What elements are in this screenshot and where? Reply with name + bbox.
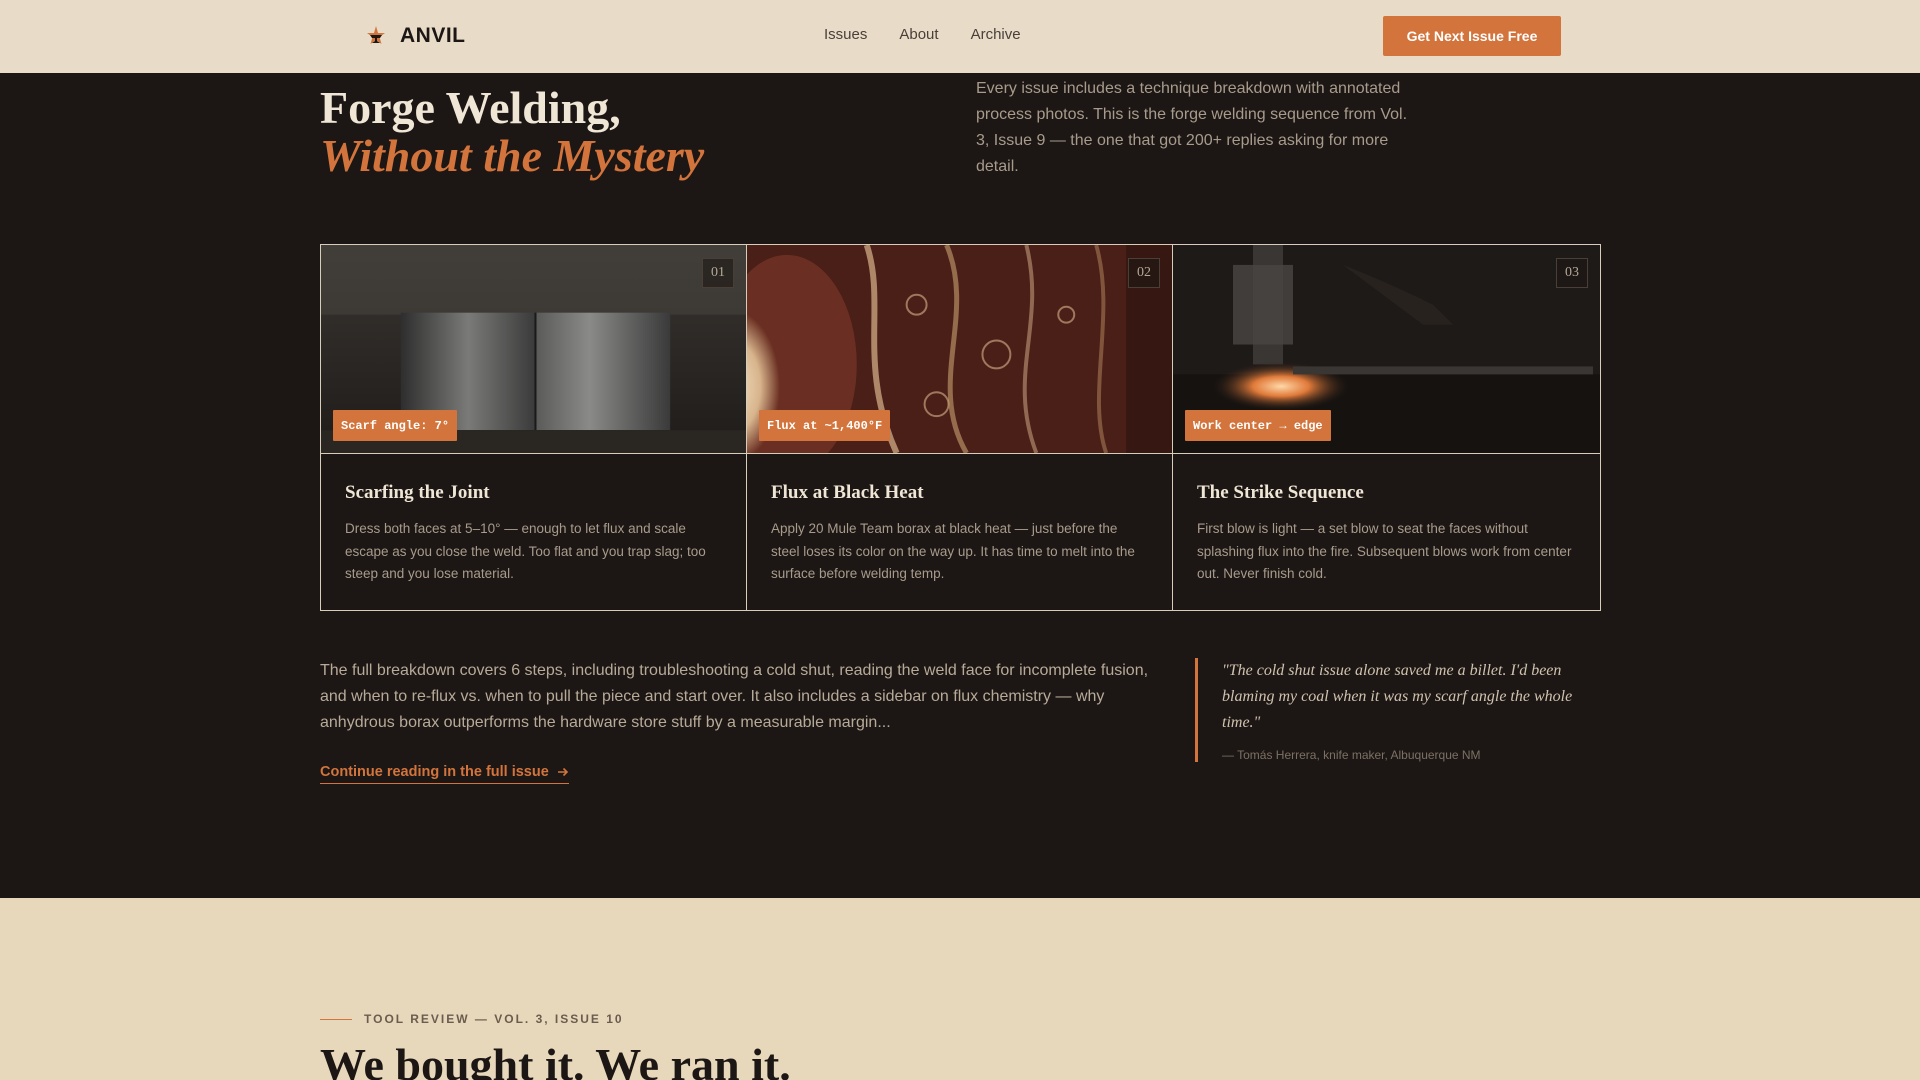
hero-title-line2: Without the Mystery [320,130,705,181]
card-body: Scarfing the Joint Dress both faces at 5… [321,454,746,586]
section-title: We bought it. We ran it. [320,1039,791,1080]
card-number: 03 [1556,258,1588,288]
brand-name: ANVIL [400,24,466,47]
card-body: The Strike Sequence First blow is light … [1173,454,1600,586]
arrow-right-icon [557,767,568,777]
card-body: Flux at Black Heat Apply 20 Mule Team bo… [747,454,1172,586]
anvil-logo-icon [367,26,385,44]
card-photo-scarf: 01 Scarf angle: 7° [321,245,746,454]
quote-text: "The cold shut issue alone saved me a bi… [1222,662,1573,731]
hero-title-line1: Forge Welding, [320,82,621,133]
technique-card: 03 Work center → edge The Strike Sequenc… [1173,245,1600,610]
card-tag: Flux at ~1,400°F [759,410,891,441]
card-number: 02 [1128,258,1160,288]
card-photo-flux: 02 Flux at ~1,400°F [747,245,1172,454]
card-text: First blow is light — a set blow to seat… [1197,521,1572,581]
card-tag: Scarf angle: 7° [333,410,458,441]
tool-review-section: TOOL REVIEW — VOL. 3, ISSUE 10 We bought… [0,898,1920,1080]
card-text: Apply 20 Mule Team borax at black heat —… [771,521,1135,581]
quote-citation: — Tomás Herrera, knife maker, Albuquerqu… [1222,748,1481,762]
testimonial-quote: "The cold shut issue alone saved me a bi… [1195,658,1590,762]
get-next-issue-button[interactable]: Get Next Issue Free [1383,16,1561,56]
hero-description: Every issue includes a technique breakdo… [976,80,1408,175]
top-nav: ANVIL Issues About Archive Get Next Issu… [0,0,1920,73]
nav-links: Issues About Archive [824,26,1021,43]
card-tag: Work center → edge [1185,410,1331,441]
card-text: Dress both faces at 5–10° — enough to le… [345,521,706,581]
technique-card: 01 Scarf angle: 7° Scarfing the Joint Dr… [321,245,747,610]
summary-text: The full breakdown covers 6 steps, inclu… [320,662,1149,731]
card-title: Flux at Black Heat [771,482,924,503]
nav-link-issues[interactable]: Issues [824,26,867,43]
technique-cards: 01 Scarf angle: 7° Scarfing the Joint Dr… [320,244,1601,611]
card-number: 01 [702,258,734,288]
technique-card: 02 Flux at ~1,400°F Flux at Black Heat A… [747,245,1173,610]
card-title: Scarfing the Joint [345,482,490,503]
card-title: The Strike Sequence [1197,482,1364,503]
eyebrow-divider [320,1018,352,1020]
card-photo-strike: 03 Work center → edge [1173,245,1600,454]
nav-link-archive[interactable]: Archive [971,26,1021,43]
continue-reading-label: Continue reading in the full issue [320,764,549,780]
section-eyebrow: TOOL REVIEW — VOL. 3, ISSUE 10 [320,1012,624,1026]
hero-title: Forge Welding, Without the Mystery [320,84,704,180]
nav-link-about[interactable]: About [899,26,938,43]
brand[interactable]: ANVIL [364,24,466,48]
eyebrow-text: TOOL REVIEW — VOL. 3, ISSUE 10 [364,1012,624,1026]
continue-reading-link[interactable]: Continue reading in the full issue [320,764,569,784]
